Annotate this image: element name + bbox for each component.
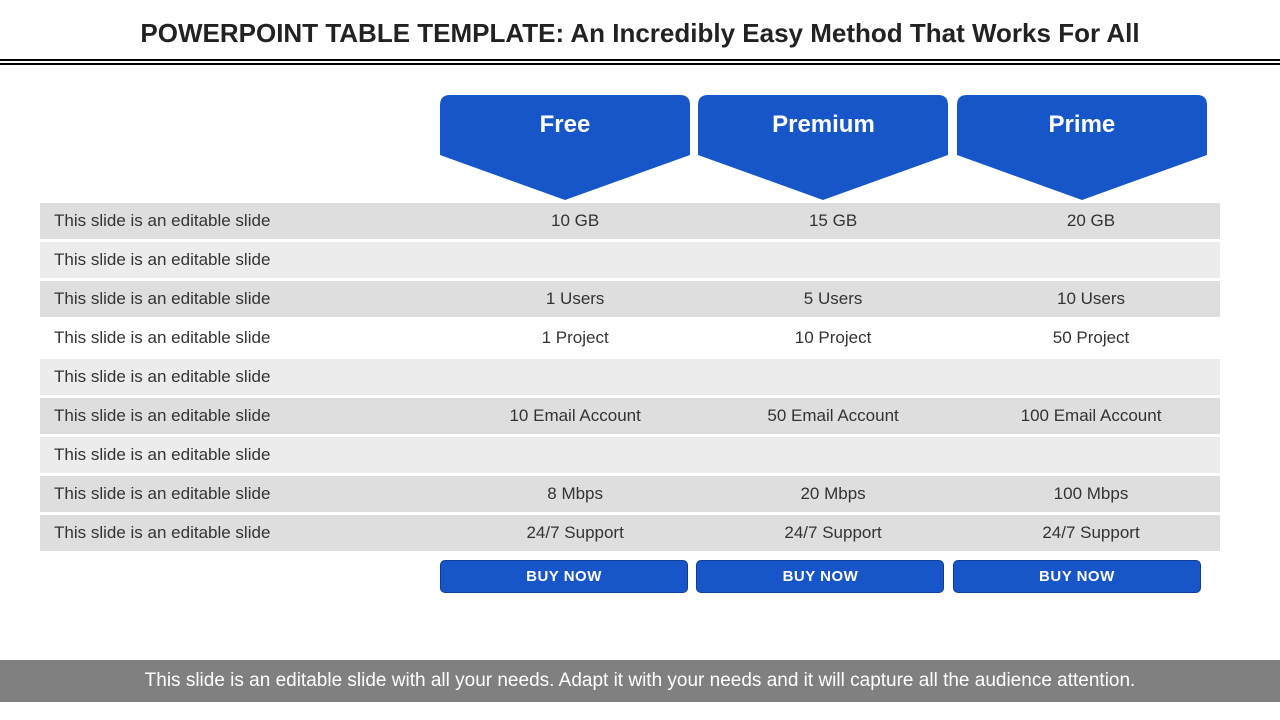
cell-premium: 24/7 Support: [704, 515, 962, 551]
plan-label: Premium: [698, 95, 948, 155]
title-divider: [0, 59, 1280, 65]
cell-free: [446, 437, 704, 473]
cell-free: 24/7 Support: [446, 515, 704, 551]
cell-prime: [962, 242, 1220, 278]
plan-headers: Free Premium Prime: [440, 95, 1240, 200]
row-label: This slide is an editable slide: [40, 320, 446, 356]
table-row: This slide is an editable slide1 Users5 …: [40, 281, 1220, 317]
row-label: This slide is an editable slide: [40, 515, 446, 551]
cell-free: 1 Users: [446, 281, 704, 317]
cell-prime: 50 Project: [962, 320, 1220, 356]
page-title: POWERPOINT TABLE TEMPLATE: An Incredibly…: [0, 0, 1280, 59]
footer-note: This slide is an editable slide with all…: [0, 660, 1280, 702]
table-row: This slide is an editable slide10 GB15 G…: [40, 203, 1220, 239]
table-row: This slide is an editable slide8 Mbps20 …: [40, 476, 1220, 512]
row-label: This slide is an editable slide: [40, 242, 446, 278]
buy-row: BUY NOW BUY NOW BUY NOW: [440, 560, 1240, 593]
plan-header-free: Free: [440, 95, 690, 175]
buy-button-premium[interactable]: BUY NOW: [696, 560, 944, 593]
plan-label: Prime: [957, 95, 1207, 155]
table-row: This slide is an editable slide1 Project…: [40, 320, 1220, 356]
cell-prime: [962, 437, 1220, 473]
cell-prime: 24/7 Support: [962, 515, 1220, 551]
cell-free: 1 Project: [446, 320, 704, 356]
plan-header-premium: Premium: [698, 95, 948, 175]
cell-premium: 10 Project: [704, 320, 962, 356]
pricing-table: This slide is an editable slide10 GB15 G…: [40, 200, 1220, 554]
cell-premium: [704, 242, 962, 278]
cell-free: 8 Mbps: [446, 476, 704, 512]
table-row: This slide is an editable slide: [40, 359, 1220, 395]
row-label: This slide is an editable slide: [40, 359, 446, 395]
cell-prime: [962, 359, 1220, 395]
cell-free: [446, 242, 704, 278]
cell-premium: 15 GB: [704, 203, 962, 239]
cell-free: 10 Email Account: [446, 398, 704, 434]
row-label: This slide is an editable slide: [40, 203, 446, 239]
cell-premium: [704, 437, 962, 473]
cell-prime: 100 Mbps: [962, 476, 1220, 512]
cell-premium: 20 Mbps: [704, 476, 962, 512]
row-label: This slide is an editable slide: [40, 398, 446, 434]
cell-prime: 10 Users: [962, 281, 1220, 317]
cell-premium: [704, 359, 962, 395]
plan-header-prime: Prime: [957, 95, 1207, 175]
table-row: This slide is an editable slide: [40, 242, 1220, 278]
buy-button-prime[interactable]: BUY NOW: [953, 560, 1201, 593]
row-label: This slide is an editable slide: [40, 437, 446, 473]
row-label: This slide is an editable slide: [40, 476, 446, 512]
pricing-stage: Free Premium Prime This slide is an edit…: [40, 95, 1240, 593]
buy-button-free[interactable]: BUY NOW: [440, 560, 688, 593]
cell-free: 10 GB: [446, 203, 704, 239]
cell-prime: 100 Email Account: [962, 398, 1220, 434]
cell-free: [446, 359, 704, 395]
table-row: This slide is an editable slide: [40, 437, 1220, 473]
cell-premium: 50 Email Account: [704, 398, 962, 434]
table-row: This slide is an editable slide10 Email …: [40, 398, 1220, 434]
plan-label: Free: [440, 95, 690, 155]
cell-prime: 20 GB: [962, 203, 1220, 239]
cell-premium: 5 Users: [704, 281, 962, 317]
table-row: This slide is an editable slide24/7 Supp…: [40, 515, 1220, 551]
row-label: This slide is an editable slide: [40, 281, 446, 317]
